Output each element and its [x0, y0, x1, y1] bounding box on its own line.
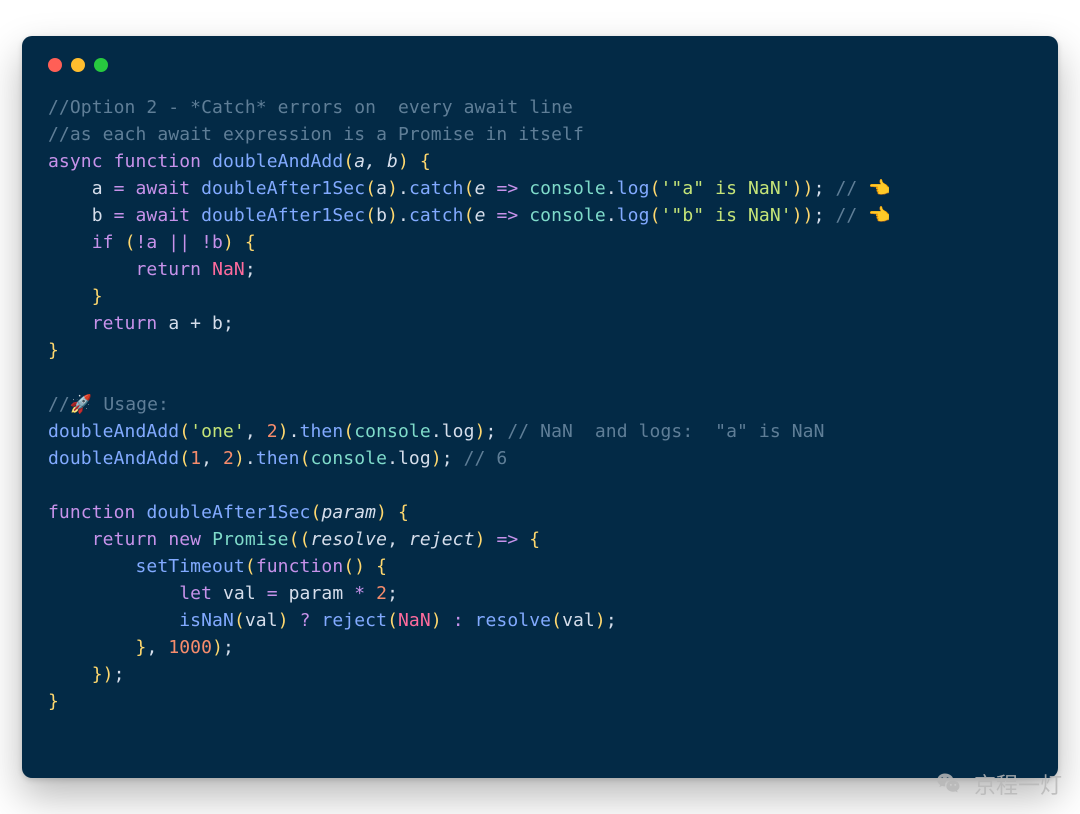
code-block: //Option 2 - *Catch* errors on every awa… — [48, 94, 1032, 715]
kw-async: async — [48, 151, 103, 172]
wechat-icon — [934, 769, 964, 799]
watermark: 京程一灯 — [934, 768, 1062, 800]
code-line: //Option 2 - *Catch* errors on every awa… — [48, 97, 573, 118]
window-controls — [48, 58, 1032, 72]
close-icon — [48, 58, 62, 72]
code-line: //as each await expression is a Promise … — [48, 124, 584, 145]
code-line: //🚀 Usage: — [48, 394, 169, 415]
minimize-icon — [71, 58, 85, 72]
fn-name: doubleAndAdd — [212, 151, 343, 172]
code-window: //Option 2 - *Catch* errors on every awa… — [22, 36, 1058, 778]
zoom-icon — [94, 58, 108, 72]
kw-function: function — [114, 151, 202, 172]
watermark-text: 京程一灯 — [974, 768, 1062, 800]
